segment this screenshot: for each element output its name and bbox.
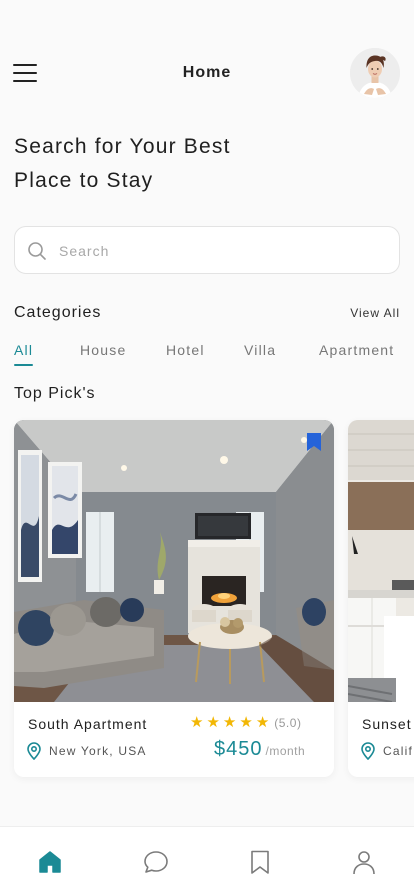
avatar[interactable] bbox=[350, 48, 400, 98]
category-tabs: All House Hotel Villa Apartment bbox=[0, 342, 414, 368]
location: Calif bbox=[360, 742, 413, 760]
rating: ★ ★ ★ ★ ★ (5.0) bbox=[190, 714, 301, 732]
search-input[interactable] bbox=[59, 240, 379, 262]
tab-all[interactable]: All bbox=[14, 342, 34, 366]
property-photo-living-room bbox=[14, 420, 334, 702]
location-pin-icon bbox=[361, 742, 375, 760]
view-all-link[interactable]: View All bbox=[350, 306, 400, 320]
price: $450/month bbox=[214, 738, 305, 761]
price-value: $450 bbox=[214, 738, 263, 760]
tab-villa[interactable]: Villa bbox=[244, 342, 276, 358]
property-name: Sunset bbox=[362, 716, 412, 732]
property-photo-kitchen bbox=[348, 420, 414, 702]
bottom-nav bbox=[0, 826, 414, 896]
location-text: Calif bbox=[383, 744, 414, 758]
search-icon bbox=[28, 242, 46, 260]
headline-line-2: Place to Stay bbox=[14, 169, 154, 192]
star-icon: ★ bbox=[206, 714, 220, 731]
price-unit: /month bbox=[265, 744, 306, 758]
star-icon: ★ bbox=[190, 714, 204, 731]
property-card[interactable]: Sunset Calif bbox=[348, 420, 414, 777]
star-icon: ★ bbox=[255, 714, 270, 731]
location-pin-icon bbox=[27, 742, 41, 760]
location-text: New York, USA bbox=[49, 744, 147, 758]
tab-apartment[interactable]: Apartment bbox=[319, 342, 394, 358]
bookmark-icon[interactable] bbox=[247, 849, 273, 875]
rating-value: (5.0) bbox=[274, 716, 302, 730]
property-card[interactable]: South Apartment ★ ★ ★ ★ ★ (5.0) New York… bbox=[14, 420, 334, 777]
top-picks-title: Top Pick's bbox=[14, 385, 96, 402]
star-icon: ★ bbox=[222, 714, 237, 731]
categories-title: Categories bbox=[14, 304, 102, 321]
tab-house[interactable]: House bbox=[80, 342, 126, 358]
location: New York, USA bbox=[26, 742, 147, 760]
bookmark-icon[interactable] bbox=[306, 432, 322, 452]
home-icon[interactable] bbox=[37, 849, 63, 875]
profile-icon[interactable] bbox=[351, 849, 377, 875]
tab-hotel[interactable]: Hotel bbox=[166, 342, 205, 358]
chat-icon[interactable] bbox=[143, 849, 169, 875]
headline: Search for Your Best Place to Stay bbox=[14, 130, 231, 198]
search-bar[interactable] bbox=[14, 226, 400, 274]
star-icon: ★ bbox=[239, 714, 253, 731]
property-name: South Apartment bbox=[28, 716, 148, 732]
headline-line-1: Search for Your Best bbox=[14, 135, 231, 158]
top-bar: Home bbox=[0, 46, 414, 100]
